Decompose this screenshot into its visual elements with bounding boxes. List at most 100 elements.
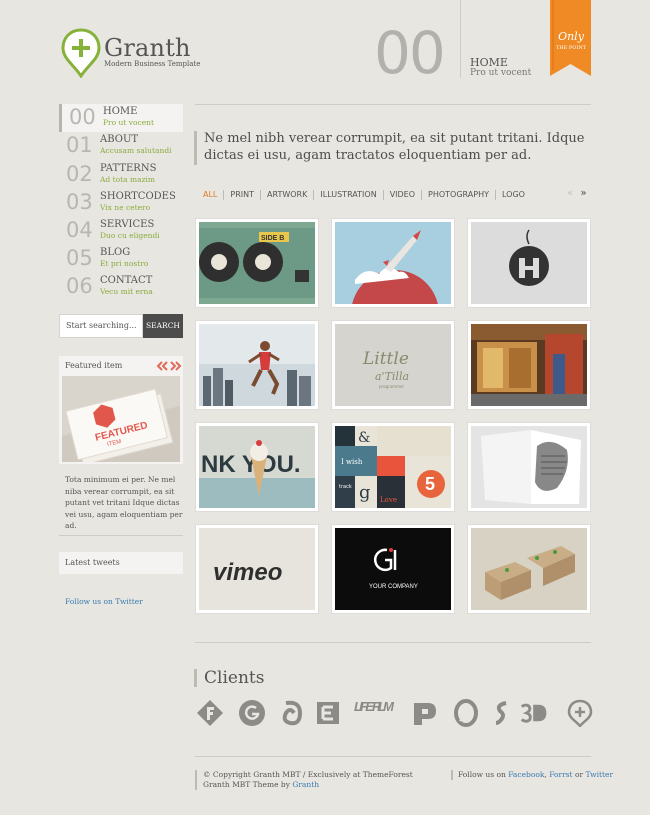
featured-title: Featured item <box>65 361 123 370</box>
nav-sublabel: Et pri nostro <box>100 259 149 268</box>
filter-print[interactable]: PRINT <box>223 190 260 200</box>
logo-pin-icon[interactable] <box>61 28 101 78</box>
nav-item-about[interactable]: 01 ABOUT Accusam salutandi <box>59 132 183 160</box>
intro-text: Ne mel nibh verear corrumpit, ea sit put… <box>204 131 585 163</box>
featured-description: Tota minimum ei per. Ne mel niba verear … <box>65 475 183 530</box>
client-o-logo[interactable] <box>452 699 480 727</box>
logo-tagline: Modern Business Template <box>104 60 201 68</box>
footer-accent-bar <box>195 770 197 790</box>
nav-label: PATTERNS <box>100 163 157 174</box>
portfolio-pager: « » <box>567 188 591 200</box>
portfolio-item-vimeo[interactable]: vimeo <box>195 524 319 614</box>
typo-ampersand: & <box>358 430 370 446</box>
featured-item-image[interactable]: FEATURED ITEM <box>62 376 180 462</box>
thank-you-image: NK YOU. <box>199 426 315 508</box>
portfolio-item-rocket[interactable] <box>331 218 455 308</box>
portfolio-item-little-atilla[interactable]: Little a'Tilla programmer <box>331 320 455 410</box>
credit-line: Granth MBT Theme by Granth <box>203 780 413 790</box>
follow-twitter-link[interactable]: Follow us on Twitter <box>65 597 143 606</box>
search-input[interactable]: Start searching... <box>59 314 143 338</box>
portfolio-item-book[interactable] <box>467 422 591 512</box>
little-atilla-text2: a'Tilla <box>375 370 409 383</box>
filter-all[interactable]: ALL <box>195 190 223 200</box>
portfolio-item-tag-logo[interactable] <box>467 218 591 308</box>
nav-sublabel: Pro ut vocent <box>103 118 154 127</box>
runner-image <box>199 324 315 406</box>
prev-page-icon[interactable]: « <box>567 188 573 199</box>
filter-photography[interactable]: PHOTOGRAPHY <box>421 190 495 200</box>
nav-number: 02 <box>66 162 93 186</box>
filter-video[interactable]: VIDEO <box>382 190 421 200</box>
portfolio-item-thank-you[interactable]: NK YOU. <box>195 422 319 512</box>
nav-item-patterns[interactable]: 02 PATTERNS Ad tota mazim <box>59 161 183 189</box>
portfolio-item-boxes[interactable] <box>467 524 591 614</box>
twitter-link[interactable]: Twitter <box>585 770 613 779</box>
typo-five: 5 <box>425 474 435 494</box>
portfolio-item-cassette[interactable]: SIDE B <box>195 218 319 308</box>
clients-accent-bar <box>194 669 197 687</box>
portfolio-item-your-company[interactable]: YOUR COMPANY <box>331 524 455 614</box>
nav-item-contact[interactable]: 06 CONTACT Vecu mit erna <box>59 273 183 301</box>
vimeo-text: vimeo <box>213 559 282 586</box>
page-number: 00 <box>374 19 446 87</box>
nav-number: 04 <box>66 218 93 242</box>
portfolio-item-runner[interactable] <box>195 320 319 410</box>
search-button[interactable]: SEARCH <box>143 314 183 338</box>
next-page-icon[interactable]: » <box>580 188 586 199</box>
intro-accent-bar <box>194 131 197 165</box>
tweets-title: Latest tweets <box>59 552 183 574</box>
nav-item-blog[interactable]: 05 BLOG Et pri nostro <box>59 245 183 273</box>
nav-number: 06 <box>66 274 93 298</box>
filter-artwork[interactable]: ARTWORK <box>260 190 313 200</box>
client-e-logo[interactable] <box>314 699 342 727</box>
your-company-image: YOUR COMPANY <box>335 528 451 610</box>
little-atilla-image: Little a'Tilla programmer <box>335 324 451 406</box>
clients-title: Clients <box>204 668 265 688</box>
nav-sublabel: Accusam salutandi <box>100 146 172 155</box>
ribbon-subtext: THE POINT <box>555 45 587 51</box>
client-swirl-logo[interactable] <box>278 699 306 727</box>
nav-label: SERVICES <box>100 219 155 230</box>
cassette-image: SIDE B <box>199 222 315 304</box>
portfolio-item-typography-grid[interactable]: & I wish 5 track g Love <box>331 422 455 512</box>
little-atilla-text3: programmer <box>379 384 404 389</box>
credit-prefix: Granth MBT Theme by <box>203 779 290 789</box>
lifefilm-text: LIFE FILM <box>354 699 395 714</box>
tag-logo-image <box>471 222 587 304</box>
portfolio-item-storefront[interactable] <box>467 320 591 410</box>
book-image <box>471 426 587 508</box>
client-s-logo[interactable] <box>488 699 516 727</box>
clients-top-rule <box>195 642 591 643</box>
forrst-link[interactable]: Forrst <box>549 770 572 779</box>
ribbon-text: Only <box>558 30 584 43</box>
filter-illustration[interactable]: ILLUSTRATION <box>313 190 382 200</box>
client-p-logo[interactable] <box>410 699 438 727</box>
nav-item-shortcodes[interactable]: 03 SHORTCODES Vix ne cetero <box>59 189 183 217</box>
footer-social-bar <box>451 770 453 780</box>
client-f-logo[interactable] <box>196 699 224 727</box>
sidebar-rule <box>59 535 183 536</box>
footer-comma: , <box>544 770 547 779</box>
typo-love: Love <box>380 496 397 504</box>
footer-rule <box>195 756 591 757</box>
credit-link[interactable]: Granth <box>292 780 319 789</box>
facebook-link[interactable]: Facebook <box>508 770 544 779</box>
nav-number: 01 <box>66 133 93 157</box>
nav-sublabel: Ad tota mazim <box>100 175 156 184</box>
vimeo-image: vimeo <box>199 528 315 610</box>
client-plus-pin-logo[interactable] <box>566 699 594 727</box>
nav-sublabel: Vecu mit erna <box>100 287 153 296</box>
featured-nav-arrows[interactable] <box>155 360 183 372</box>
client-lifefilm-logo[interactable]: LIFE FILM <box>353 699 395 727</box>
logo-title[interactable]: Granth <box>104 34 191 62</box>
nav-item-home[interactable]: 00 HOME Pro ut vocent <box>59 104 183 132</box>
boxes-image <box>471 528 587 610</box>
typo-track: track <box>339 484 352 490</box>
follow-prefix: Follow us on <box>458 770 506 779</box>
nav-sublabel: Vix ne cetero <box>100 203 151 212</box>
client-g-logo[interactable] <box>238 699 266 727</box>
nav-item-services[interactable]: 04 SERVICES Duo cu eligendi <box>59 217 183 245</box>
nav-number: 00 <box>69 105 96 129</box>
filter-logo[interactable]: LOGO <box>494 190 531 200</box>
client-3d-logo[interactable] <box>520 699 548 727</box>
